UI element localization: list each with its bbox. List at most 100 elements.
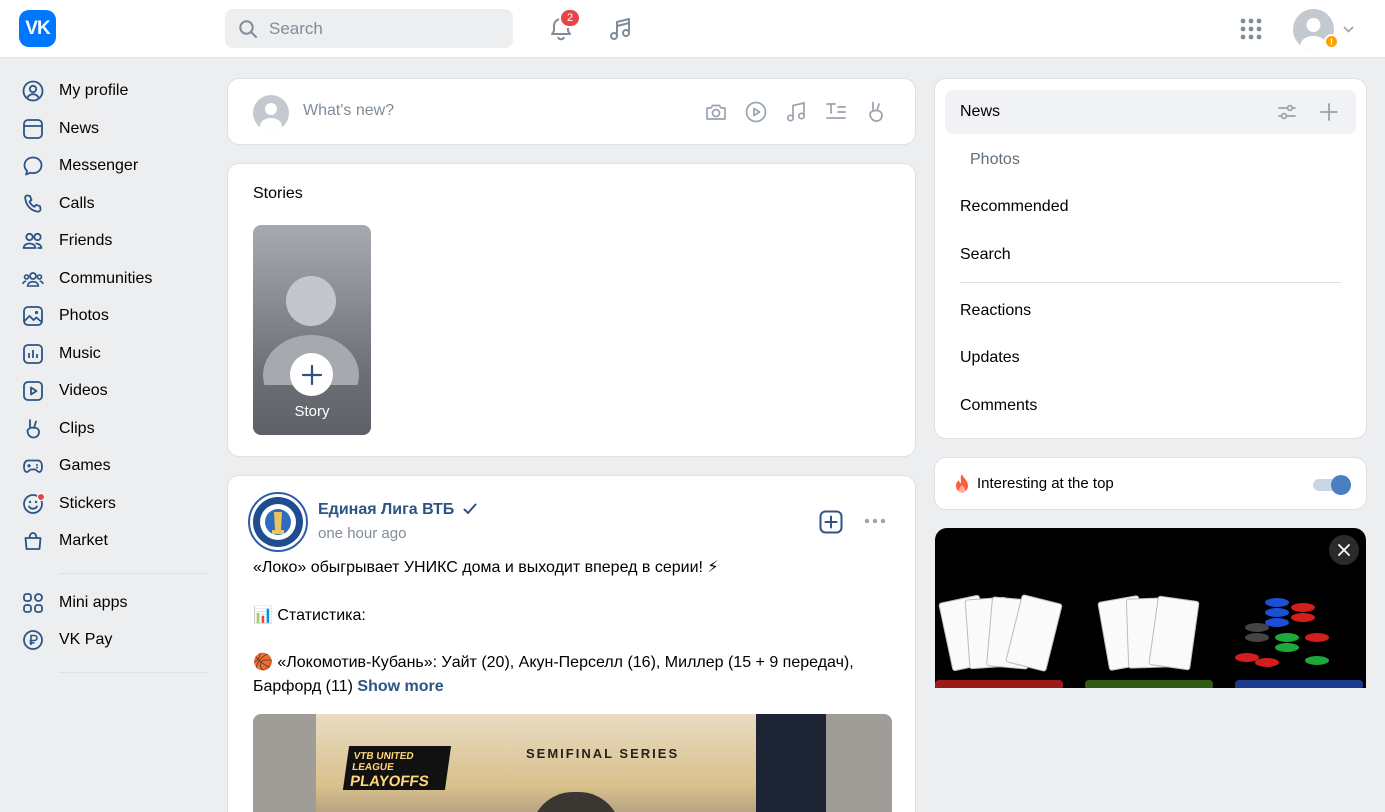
- vtb-logo-line1: VTB UNITED LEAGUE: [351, 751, 415, 773]
- mini-apps-icon: [18, 591, 50, 615]
- news-icon: [18, 117, 50, 141]
- sidebar-item-label: Communities: [59, 270, 153, 287]
- post-time[interactable]: one hour ago: [318, 525, 406, 542]
- settings-sliders-icon[interactable]: [1277, 103, 1297, 121]
- music-player-button[interactable]: [605, 14, 635, 44]
- search-box[interactable]: [225, 9, 513, 48]
- ad-banner[interactable]: [935, 528, 1366, 688]
- community-avatar[interactable]: [248, 492, 308, 552]
- sidebar-item-clips[interactable]: Clips: [18, 412, 208, 446]
- camera-icon[interactable]: [704, 100, 728, 124]
- article-icon[interactable]: [824, 100, 848, 124]
- top-header: VK 2: [0, 0, 1385, 58]
- videos-icon: [18, 379, 50, 403]
- warning-badge: !: [1324, 34, 1339, 49]
- sidebar-divider: [59, 573, 208, 574]
- fire-icon: [956, 474, 968, 493]
- basketball-league-logo-icon: [253, 497, 303, 547]
- sidebar-item-my-profile[interactable]: My profile: [18, 74, 208, 108]
- playoff-banner: VTB UNITED LEAGUE PLAYOFFS SEMIFINAL SER…: [316, 714, 826, 812]
- sidebar-item-communities[interactable]: Communities: [18, 262, 208, 296]
- semifinal-heading: SEMIFINAL SERIES: [526, 746, 680, 761]
- filter-item-search[interactable]: Search: [960, 246, 1011, 264]
- sidebar-item-calls[interactable]: Calls: [18, 187, 208, 221]
- player-head-shape: [531, 792, 621, 812]
- notification-badge: 2: [559, 8, 581, 28]
- toggle-knob: [1331, 475, 1351, 495]
- filter-item-reactions[interactable]: Reactions: [960, 302, 1031, 320]
- interesting-at-top-card: Interesting at the top: [934, 457, 1367, 510]
- sidebar-item-friends[interactable]: Friends: [18, 224, 208, 258]
- sidebar-item-label: Games: [59, 457, 111, 474]
- composer-placeholder[interactable]: What's new?: [303, 102, 394, 120]
- add-tab-plus-icon[interactable]: [1319, 102, 1339, 122]
- search-icon: [239, 20, 257, 38]
- sidebar-divider: [59, 672, 208, 673]
- subscribe-plus-icon[interactable]: [819, 510, 843, 534]
- post-media-image[interactable]: VTB UNITED LEAGUE PLAYOFFS SEMIFINAL SER…: [253, 714, 892, 812]
- filter-item-recommended[interactable]: Recommended: [960, 198, 1069, 216]
- vtb-logo-line2: PLAYOFFS: [348, 773, 430, 790]
- stickers-icon: [18, 492, 50, 516]
- interesting-label: Interesting at the top: [977, 475, 1114, 492]
- more-options-icon[interactable]: [864, 517, 886, 525]
- close-icon: [1338, 544, 1350, 556]
- sidebar-item-stickers[interactable]: Stickers: [18, 487, 208, 521]
- vk-pay-icon: [18, 628, 50, 652]
- composer-avatar: [253, 95, 289, 131]
- ad-tab-green: [1085, 680, 1213, 688]
- sidebar-item-games[interactable]: Games: [18, 449, 208, 483]
- sidebar-item-music[interactable]: Music: [18, 337, 208, 371]
- phone-icon: [18, 192, 50, 216]
- playing-card-image: [1148, 595, 1200, 671]
- sidebar-item-photos[interactable]: Photos: [18, 299, 208, 333]
- add-story-button[interactable]: [290, 353, 333, 396]
- sidebar-item-vk-pay[interactable]: VK Pay: [18, 623, 208, 657]
- sidebar-item-label: VK Pay: [59, 631, 113, 648]
- add-story-tile[interactable]: Story: [253, 225, 371, 435]
- sidebar-item-label: Music: [59, 345, 101, 362]
- filter-item-updates[interactable]: Updates: [960, 349, 1020, 367]
- post-author[interactable]: Единая Лига ВТБ: [318, 501, 477, 519]
- sidebar-item-label: Market: [59, 532, 108, 549]
- sidebar-item-news[interactable]: News: [18, 112, 208, 146]
- verified-check-icon: [463, 503, 477, 514]
- add-story-label: Story: [294, 403, 330, 420]
- communities-icon: [18, 267, 50, 291]
- close-ad-button[interactable]: [1329, 535, 1359, 565]
- vk-logo[interactable]: VK: [19, 10, 56, 47]
- vtb-playoffs-logo: VTB UNITED LEAGUE PLAYOFFS: [342, 746, 452, 790]
- post-author-name[interactable]: Единая Лига ВТБ: [318, 501, 454, 518]
- clips-icon[interactable]: [864, 100, 888, 124]
- user-silhouette-icon: [260, 103, 282, 131]
- sidebar-item-videos[interactable]: Videos: [18, 374, 208, 408]
- music-note-icon: [610, 18, 630, 40]
- sidebar-item-label: Clips: [59, 420, 95, 437]
- sidebar-item-label: My profile: [59, 82, 129, 99]
- sidebar-item-label: Stickers: [59, 495, 116, 512]
- filter-item-news-active[interactable]: News: [945, 90, 1356, 134]
- feed-post: Единая Лига ВТБ one hour ago «Локо» обыг…: [227, 475, 916, 812]
- sidebar-item-label: Videos: [59, 382, 108, 399]
- show-more-link[interactable]: Show more: [357, 678, 443, 695]
- post-composer[interactable]: What's new?: [227, 78, 916, 145]
- friends-icon: [18, 229, 50, 253]
- sidebar-item-label: Calls: [59, 195, 95, 212]
- search-input[interactable]: [269, 9, 499, 48]
- plus-icon: [301, 364, 322, 385]
- music-icon: [18, 342, 50, 366]
- apps-grid-button[interactable]: [1236, 14, 1266, 44]
- sidebar-item-market[interactable]: Market: [18, 524, 208, 558]
- video-icon[interactable]: [744, 100, 768, 124]
- chevron-down-icon[interactable]: [1343, 26, 1354, 33]
- interesting-toggle[interactable]: [1313, 475, 1351, 495]
- post-text-line: 📊 Статистика:: [253, 607, 366, 624]
- post-text-fragment: Барфорд (11): [253, 678, 353, 695]
- music-icon[interactable]: [784, 100, 808, 124]
- messenger-icon: [18, 154, 50, 178]
- games-icon: [18, 454, 50, 478]
- sidebar-item-messenger[interactable]: Messenger: [18, 149, 208, 183]
- sidebar-item-mini-apps[interactable]: Mini apps: [18, 586, 208, 620]
- filter-item-photos[interactable]: Photos: [970, 151, 1020, 169]
- filter-item-comments[interactable]: Comments: [960, 397, 1037, 415]
